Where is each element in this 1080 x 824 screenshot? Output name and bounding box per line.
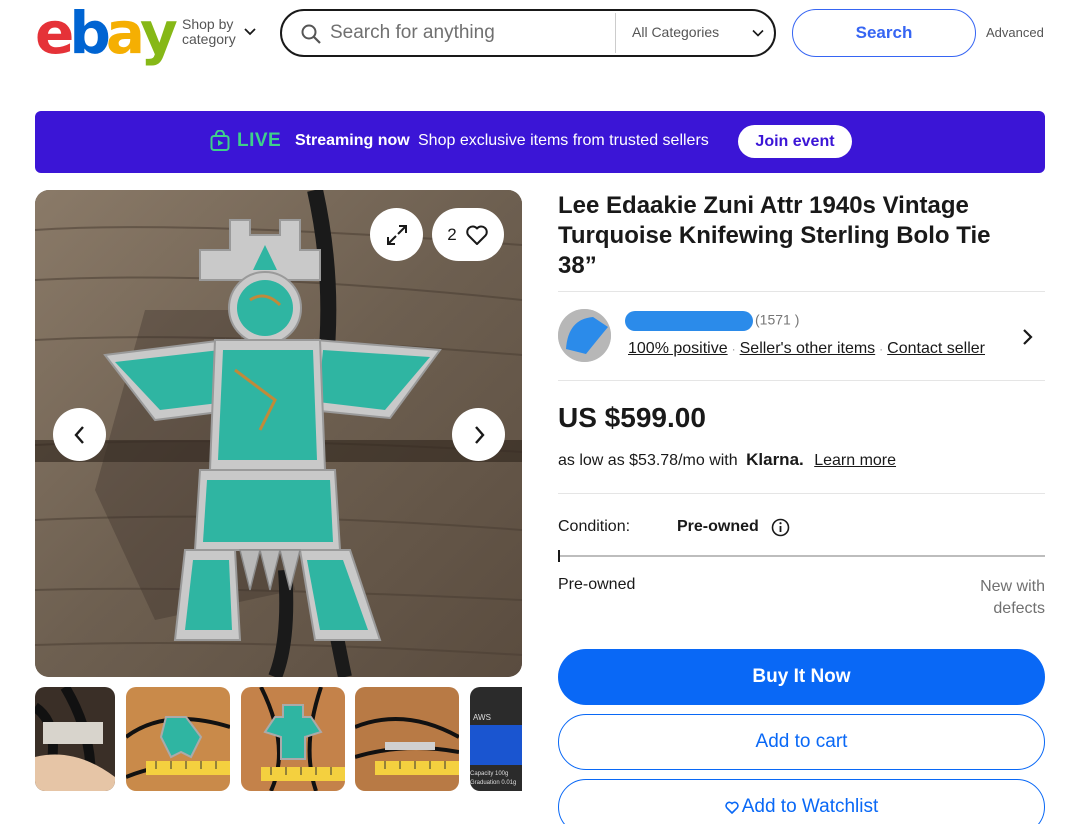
ebay-logo[interactable]: ebay <box>35 0 178 67</box>
scale-caption-2: Graduation 0.01g <box>470 780 516 786</box>
watch-count-button[interactable]: 2 <box>432 208 504 261</box>
chevron-right-icon[interactable] <box>1020 328 1034 346</box>
chevron-down-icon[interactable] <box>243 26 257 38</box>
seller-avatar[interactable] <box>558 309 611 362</box>
shop-by-label: Shop by <box>182 16 234 32</box>
chevron-right-icon <box>474 425 485 444</box>
category-label: category <box>182 31 236 47</box>
heart-icon <box>465 225 488 245</box>
seller-name[interactable]: (1571 ) <box>625 311 799 331</box>
price: US $599.00 <box>558 402 706 433</box>
info-icon[interactable] <box>771 518 790 537</box>
join-event-button[interactable]: Join event <box>738 125 852 158</box>
thumbnail-3[interactable] <box>241 687 345 791</box>
scale-caption-1: Capacity 100g <box>470 771 508 777</box>
separator-dot: · <box>731 342 736 356</box>
condition-label: Condition: <box>558 518 631 535</box>
seller-name-redacted <box>625 311 753 331</box>
add-to-watchlist-label: Add to Watchlist <box>741 796 879 817</box>
thumbnail-4[interactable] <box>355 687 459 791</box>
streaming-label: Streaming now <box>295 132 410 149</box>
seller-feedback-count: (1571 ) <box>755 311 800 328</box>
buy-it-now-button[interactable]: Buy It Now <box>558 649 1045 705</box>
category-select[interactable]: All Categories <box>632 24 719 40</box>
condition-value: Pre-owned <box>677 518 759 535</box>
logo-letter-a: a <box>105 0 145 67</box>
listing-title: Lee Edaakie Zuni Attr 1940s Vintage Turq… <box>558 192 991 279</box>
learn-more-link[interactable]: Learn more <box>814 452 896 469</box>
condition-scale-track <box>558 555 1045 557</box>
live-bag-icon <box>210 130 230 151</box>
klarna-financing: as low as $53.78/mo with Klarna. Learn m… <box>558 450 896 470</box>
expand-icon <box>386 224 407 245</box>
chevron-left-icon <box>73 425 84 444</box>
scale-brand-text: AWS <box>473 713 491 722</box>
klarna-logo: Klarna. <box>746 450 804 469</box>
watch-count: 2 <box>447 224 457 244</box>
logo-letter-y: y <box>140 0 178 67</box>
advanced-search-link[interactable]: Advanced <box>986 25 1044 40</box>
separator-dot: · <box>879 342 884 356</box>
shop-by-category-button[interactable]: Shop by category <box>182 17 236 47</box>
search-input[interactable] <box>330 18 610 48</box>
main-product-image[interactable] <box>35 190 522 677</box>
search-bar: All Categories <box>280 9 776 57</box>
search-icon <box>301 24 321 44</box>
condition-scale-right-label: New with defects <box>980 578 1045 617</box>
logo-letter-b: b <box>69 0 110 67</box>
banner-message: Shop exclusive items from trusted seller… <box>418 132 709 149</box>
thumbnail-2[interactable] <box>126 687 230 791</box>
expand-image-button[interactable] <box>370 208 423 261</box>
condition-scale-left-label: Pre-owned <box>558 576 636 593</box>
divider <box>615 13 616 53</box>
live-event-banner[interactable]: LIVE Streaming now Shop exclusive items … <box>35 111 1045 173</box>
divider <box>558 380 1045 381</box>
live-label: LIVE <box>237 130 282 151</box>
thumbnail-1[interactable] <box>35 687 115 791</box>
seller-other-items-link[interactable]: Seller's other items <box>740 340 876 357</box>
search-button[interactable]: Search <box>792 9 976 57</box>
thumbnail-5[interactable]: AWS Capacity 100g Graduation 0.01g <box>470 687 522 791</box>
chevron-down-icon[interactable] <box>752 27 764 39</box>
klarna-prefix: as low as $53.78/mo with <box>558 452 738 469</box>
add-to-watchlist-button[interactable]: Add to Watchlist <box>558 779 1045 824</box>
condition-scale-marker <box>558 550 560 562</box>
seller-links: 100% positive · Seller's other items · Conta… <box>628 340 985 358</box>
next-image-button[interactable] <box>452 408 505 461</box>
logo-letter-e: e <box>35 0 74 67</box>
divider <box>558 493 1045 494</box>
previous-image-button[interactable] <box>53 408 106 461</box>
divider <box>558 291 1045 292</box>
heart-icon <box>725 801 739 814</box>
contact-seller-link[interactable]: Contact seller <box>887 340 985 357</box>
seller-positive-link[interactable]: 100% positive <box>628 340 728 357</box>
add-to-cart-button[interactable]: Add to cart <box>558 714 1045 770</box>
